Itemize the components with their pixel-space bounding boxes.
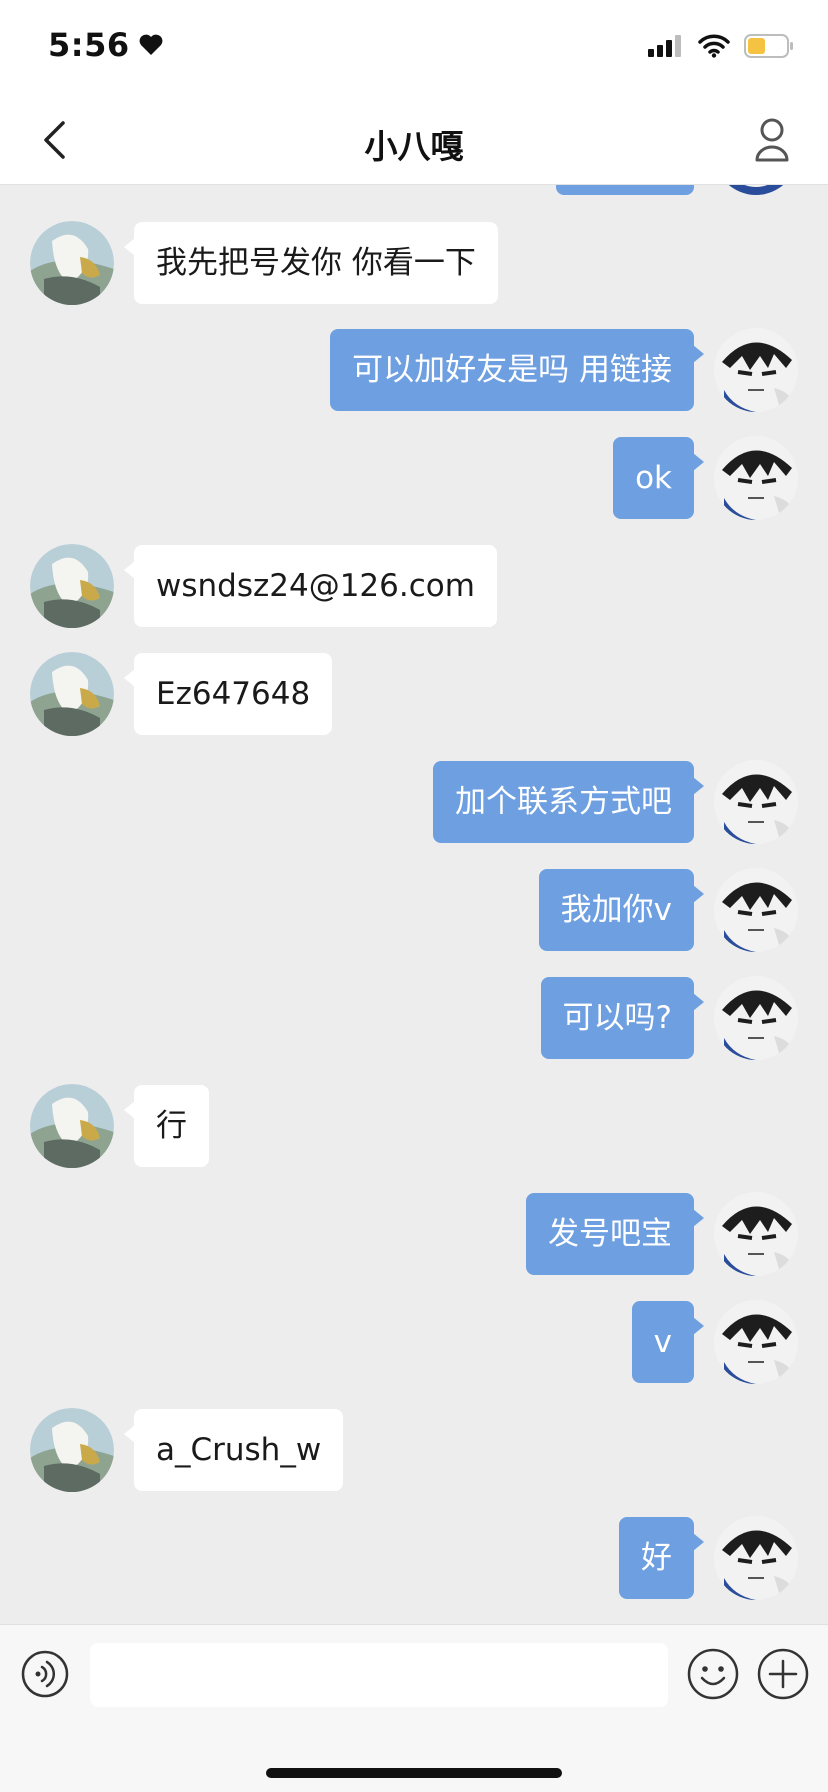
my-avatar[interactable]: [714, 868, 798, 952]
home-indicator[interactable]: [266, 1768, 562, 1778]
message-bubble[interactable]: 加个联系方式吧: [433, 761, 704, 843]
my-avatar[interactable]: [714, 1516, 798, 1600]
message-bubble[interactable]: 可以吗?: [540, 977, 705, 1059]
my-avatar[interactable]: [714, 760, 798, 844]
message-row: 发号吧宝: [526, 1192, 798, 1276]
message-row: ok: [613, 436, 798, 520]
message-input[interactable]: [90, 1643, 668, 1707]
message-row: 我加你v: [538, 868, 798, 952]
message-row: 加个联系方式吧: [433, 760, 798, 844]
message-bubble[interactable]: 行: [124, 1085, 209, 1167]
message-row: Ez647648: [30, 652, 333, 736]
status-icons: [648, 34, 794, 58]
my-avatar[interactable]: [714, 976, 798, 1060]
contact-avatar[interactable]: [30, 221, 114, 305]
my-avatar[interactable]: [714, 328, 798, 412]
contact-avatar[interactable]: [30, 544, 114, 628]
contact-avatar[interactable]: [30, 1408, 114, 1492]
person-icon: [755, 118, 789, 162]
message-row: a_Crush_w: [30, 1408, 344, 1492]
emoji-icon: [687, 1648, 739, 1700]
message-row: 可以加好友是吗 用链接: [330, 328, 798, 412]
nav-bar: 小八嘎: [0, 96, 828, 185]
cellular-signal-icon: [648, 35, 681, 57]
my-avatar[interactable]: [714, 1192, 798, 1276]
partial-outgoing-bubble: [556, 185, 694, 195]
message-bubble[interactable]: 我加你v: [538, 869, 705, 951]
message-row: v: [631, 1300, 798, 1384]
plus-icon: [757, 1648, 809, 1700]
home-area: [0, 1720, 828, 1792]
message-bubble[interactable]: wsndsz24@126.com: [124, 545, 497, 627]
emoji-button[interactable]: [686, 1647, 740, 1701]
profile-button[interactable]: [746, 112, 798, 168]
input-bar: [0, 1624, 828, 1721]
my-avatar[interactable]: [714, 1300, 798, 1384]
chat-title: 小八嘎: [364, 127, 464, 166]
status-time-text: 5:56: [48, 26, 130, 64]
chat-messages[interactable]: 我先把号发你 你看一下 可以加好友是吗 用链接 ok wsndsz24@126.…: [0, 185, 828, 1625]
message-bubble[interactable]: 我先把号发你 你看一下: [124, 222, 498, 304]
message-row: 可以吗?: [540, 976, 798, 1060]
contact-avatar[interactable]: [30, 652, 114, 736]
status-bar: 5:56: [0, 0, 828, 96]
message-bubble[interactable]: ok: [613, 437, 704, 519]
message-row: 我先把号发你 你看一下: [30, 221, 498, 305]
contact-avatar[interactable]: [30, 1084, 114, 1168]
message-bubble[interactable]: 好: [619, 1517, 704, 1599]
message-row: 好: [619, 1516, 798, 1600]
more-button[interactable]: [756, 1647, 810, 1701]
message-row: 行: [30, 1084, 209, 1168]
status-time: 5:56: [48, 26, 164, 64]
message-row: wsndsz24@126.com: [30, 544, 497, 628]
message-bubble[interactable]: v: [631, 1301, 705, 1383]
battery-icon: [744, 34, 793, 58]
partial-my-avatar: [714, 185, 798, 195]
voice-icon: [21, 1650, 69, 1698]
message-bubble[interactable]: a_Crush_w: [123, 1409, 344, 1491]
message-bubble[interactable]: 发号吧宝: [526, 1193, 704, 1275]
message-bubble[interactable]: Ez647648: [123, 653, 333, 735]
wifi-icon: [698, 34, 730, 58]
my-avatar[interactable]: [714, 436, 798, 520]
heart-icon: [139, 34, 162, 55]
voice-button[interactable]: [20, 1649, 70, 1699]
message-bubble[interactable]: 可以加好友是吗 用链接: [330, 329, 704, 411]
